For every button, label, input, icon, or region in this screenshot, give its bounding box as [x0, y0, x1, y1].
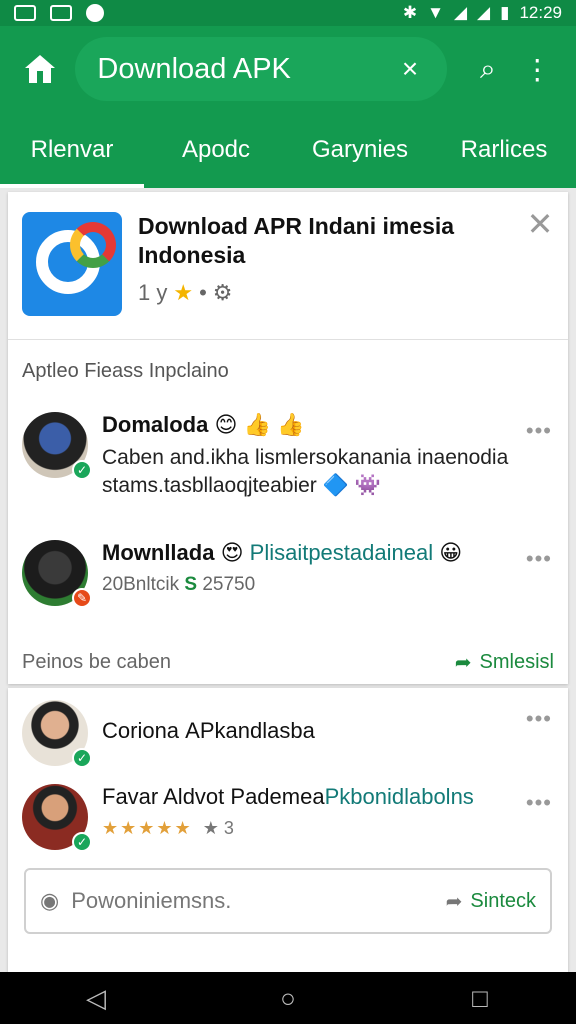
signal-icon: ◢	[477, 3, 491, 22]
app-toolbar: Download APK × ⌕ ⋮	[0, 26, 576, 112]
review-item[interactable]: ✓ Domaloda 😊 👍 👍 Caben and.ikha lismlers…	[8, 400, 568, 528]
reviewer-name: Favar Aldvot PademeaPkbonidlabolns	[102, 784, 474, 809]
share-icon: ➦	[454, 651, 472, 674]
more-options-icon[interactable]: •••	[526, 790, 552, 816]
separator-dot: •	[199, 280, 207, 305]
home-nav-icon[interactable]: ○	[268, 983, 308, 1014]
avatar: ✓	[22, 784, 92, 852]
more-options-icon[interactable]: •••	[526, 706, 552, 732]
star-icon: ★	[173, 280, 194, 305]
footer-note: Peinos be caben	[22, 650, 172, 673]
bluetooth-icon: ✱	[402, 3, 418, 22]
reviews-card: ✓ Corionа APkandlasba ••• ✓ Favar Aldvot…	[8, 688, 568, 978]
home-icon	[24, 55, 55, 83]
share-button[interactable]: ➦ Smlesisl	[455, 650, 554, 675]
status-bar: ✱ ▼ ◢ ◢ ▮ 12:29	[0, 0, 576, 26]
card-footer: Peinos be caben ➦ Smlesisl	[8, 632, 568, 692]
review-item[interactable]: ✓ Favar Aldvot PademeaPkbonidlabolns ★★★…	[8, 772, 568, 862]
home-button[interactable]	[18, 47, 61, 91]
signal-icon: ◢	[453, 3, 468, 22]
tab-4[interactable]: Rarlices	[432, 112, 576, 188]
reviewer-name: Corionа APkandlasba	[102, 718, 315, 743]
tab-bar: Rlenvar Apodc Garynies Rarlices	[0, 112, 576, 188]
search-icon[interactable]: ⌕	[467, 48, 508, 90]
dismiss-icon[interactable]: ✕	[526, 208, 554, 319]
share-icon: ➦	[445, 890, 463, 913]
app-title: Download APR Indani imesia Indonesia	[138, 213, 455, 268]
avatar: ✎	[22, 540, 92, 608]
app-meta: 1 y ★ • ⚙	[138, 280, 526, 306]
overflow-menu-icon[interactable]: ⋮	[517, 48, 558, 90]
tab-1[interactable]: Rlenvar	[0, 112, 144, 188]
app-age: 1 y	[138, 280, 168, 305]
settings-icon: ⚙	[212, 280, 233, 305]
review-item[interactable]: ✓ Corionа APkandlasba •••	[8, 688, 568, 772]
comment-input[interactable]: ◉ Powoniniemsns. ➦ Sinteck	[24, 868, 552, 934]
reviewer-name: Domaloda 😊 👍 👍	[102, 412, 305, 437]
back-icon[interactable]: ◁	[76, 983, 116, 1014]
rating: ★★★★★ ★ 3	[102, 818, 234, 838]
tab-2[interactable]: Apodc	[144, 112, 288, 188]
avatar: ✓	[22, 412, 92, 480]
clock: 12:29	[519, 3, 562, 22]
wifi-icon: ▼	[427, 3, 444, 22]
search-query: Download APK	[97, 52, 291, 85]
review-subline: 20Bnltcik S 25750	[102, 574, 256, 595]
send-button[interactable]: ➦ Sinteck	[446, 889, 536, 914]
app-logo-icon	[22, 212, 122, 316]
image-icon	[14, 5, 36, 21]
search-field[interactable]: Download APK ×	[75, 37, 448, 101]
news-icon	[50, 5, 72, 21]
verified-icon: ✓	[72, 832, 92, 852]
recents-icon[interactable]: □	[460, 983, 500, 1014]
app-card: Download APR Indani imesia Indonesia 1 y…	[8, 192, 568, 684]
avatar: ✓	[22, 700, 92, 768]
reviewer-name: Mownllada 😍 Plisaitpestadaineal 😀	[102, 540, 463, 565]
sync-icon	[86, 4, 104, 22]
status-icon: ✎	[72, 588, 92, 608]
system-nav-bar: ◁ ○ □	[0, 972, 576, 1024]
review-item[interactable]: ✎ Mownllada 😍 Plisaitpestadaineal 😀 20Bn…	[8, 528, 568, 632]
review-text: Caben and.ikha lismlersokanania inaenodi…	[102, 446, 509, 497]
tab-3[interactable]: Garynies	[288, 112, 432, 188]
section-heading: Aptleo Fieass Inpclaino	[22, 360, 229, 382]
more-options-icon[interactable]: •••	[526, 418, 552, 444]
battery-icon: ▮	[500, 3, 510, 22]
comment-placeholder: Powoniniemsns.	[71, 888, 232, 913]
verified-icon: ✓	[72, 460, 92, 480]
camera-icon[interactable]: ◉	[40, 888, 59, 914]
verified-icon: ✓	[72, 748, 92, 768]
more-options-icon[interactable]: •••	[526, 546, 552, 572]
clear-search-icon[interactable]: ×	[395, 53, 425, 85]
app-header[interactable]: Download APR Indani imesia Indonesia 1 y…	[8, 192, 568, 340]
